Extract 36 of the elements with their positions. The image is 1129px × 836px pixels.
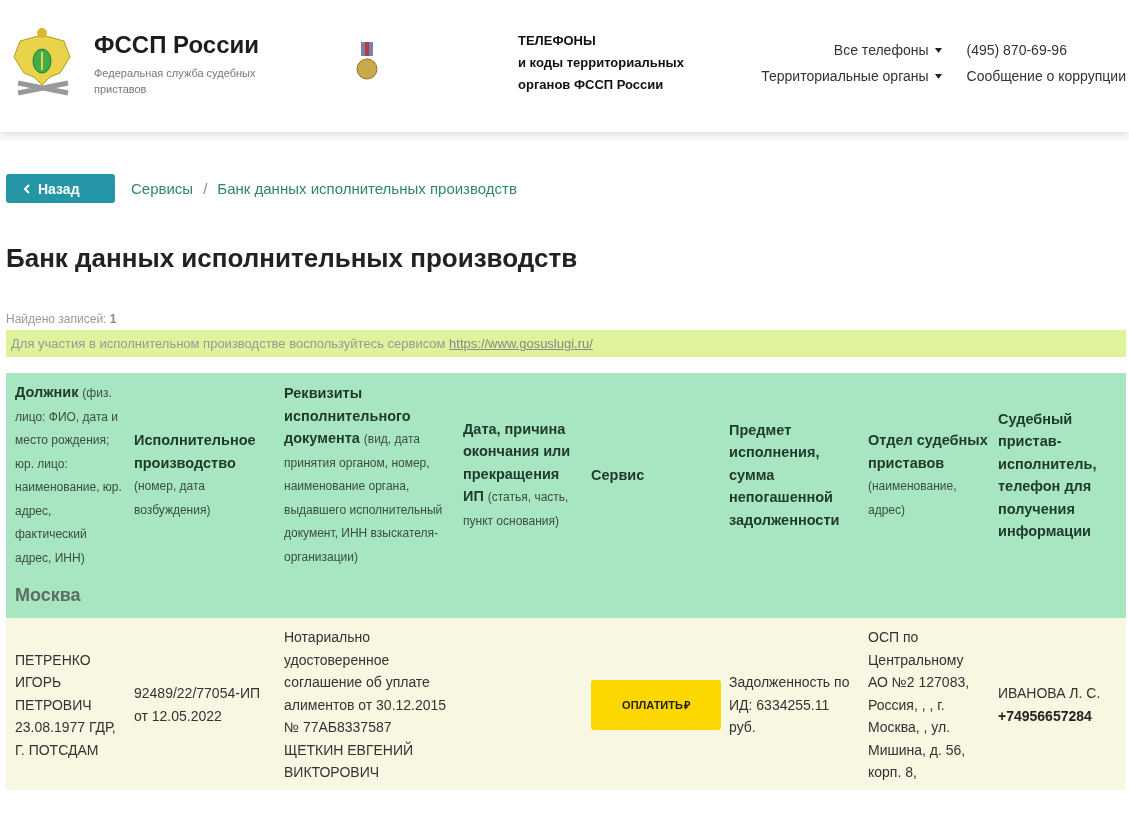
chevron-left-icon	[24, 183, 30, 194]
table-cell: ПЕТРЕНКО ИГОРЬ ПЕТРОВИЧ 23.08.1977 ГДР, Г. ПОТСДАМ	[6, 618, 134, 790]
table-cell: Задолженность по ИД: 6334255.11 руб.	[729, 618, 868, 790]
site-title: ФССП России	[94, 31, 261, 59]
records-found-label: Найдено записей:	[6, 312, 107, 326]
phones-heading: органов ФССП России	[518, 76, 665, 94]
column-header: Реквизиты исполнительного документа (вид, дата принятия органом, номер, наименование органа, выдавшего исполнительный документ, ИНН взыскателя-организации)	[284, 373, 463, 577]
table-cell: Нотариально удостоверенное соглашение об уплате алиментов от 30.12.2015 № 77АБ8337587 ЩЕТКИН ЕВГЕНИЙ ВИКТОРОВИЧ	[284, 618, 463, 790]
column-header: Отдел судебных приставов (наименование, адрес)	[868, 373, 998, 577]
column-header: Предмет исполнения, сумма непогашенной задолженности	[729, 373, 868, 577]
medal-icon	[356, 42, 378, 82]
phones-heading: ТЕЛЕФОНЫ	[518, 32, 597, 50]
table-cell: 92489/22/77054-ИП от 12.05.2022	[134, 618, 284, 790]
nav-link[interactable]: Все телефоны	[833, 40, 942, 60]
table-cell: ОСП по Центральному АО №2 127083, Россия, , , г. Москва, , ул. Мишина, д. 56, корп. 8,	[868, 618, 998, 790]
breadcrumb-link[interactable]: Сервисы	[131, 180, 194, 197]
bailiff-phone: +74956657284	[998, 706, 1093, 726]
column-header: Исполнительное производство (номер, дата возбуждения)	[134, 373, 284, 577]
page-title: Банк данных исполнительных производств	[6, 243, 579, 274]
column-header: Дата, причина окончания или прекращения ИП (статья, часть, пункт основания)	[463, 373, 591, 577]
breadcrumb-separator: /	[203, 180, 208, 197]
nav-link[interactable]: Территориальные органы	[761, 66, 942, 86]
notice-text: Для участия в исполнительном производстве воспользуйтесь сервисом	[11, 336, 446, 351]
contact-link[interactable]: (495) 870-69-96	[966, 40, 1126, 60]
column-header: Судебный пристав-исполнитель, телефон для получения информации	[998, 373, 1126, 577]
bailiff-name: ИВАНОВА Л. С.	[998, 684, 1102, 704]
pay-button[interactable]: ОПЛАТИТЬ₽	[591, 679, 721, 730]
column-header: Должник (физ. лицо: ФИО, дата и место рождения; юр. лицо: наименование, юр. адрес, фактический адрес, ИНН)	[6, 373, 134, 577]
records-found-count: 1	[109, 312, 117, 326]
site-subtitle: Федеральная служба судебных приставов	[94, 66, 257, 97]
contact-link[interactable]: Сообщение о коррупции	[966, 66, 1126, 86]
phones-heading: и коды территориальных	[518, 54, 684, 72]
region-heading: Москва	[6, 577, 1126, 618]
breadcrumb-link[interactable]: Банк данных исполнительных производств	[217, 180, 517, 197]
back-button[interactable]: Назад	[6, 174, 115, 203]
column-header: Сервис	[591, 373, 729, 577]
